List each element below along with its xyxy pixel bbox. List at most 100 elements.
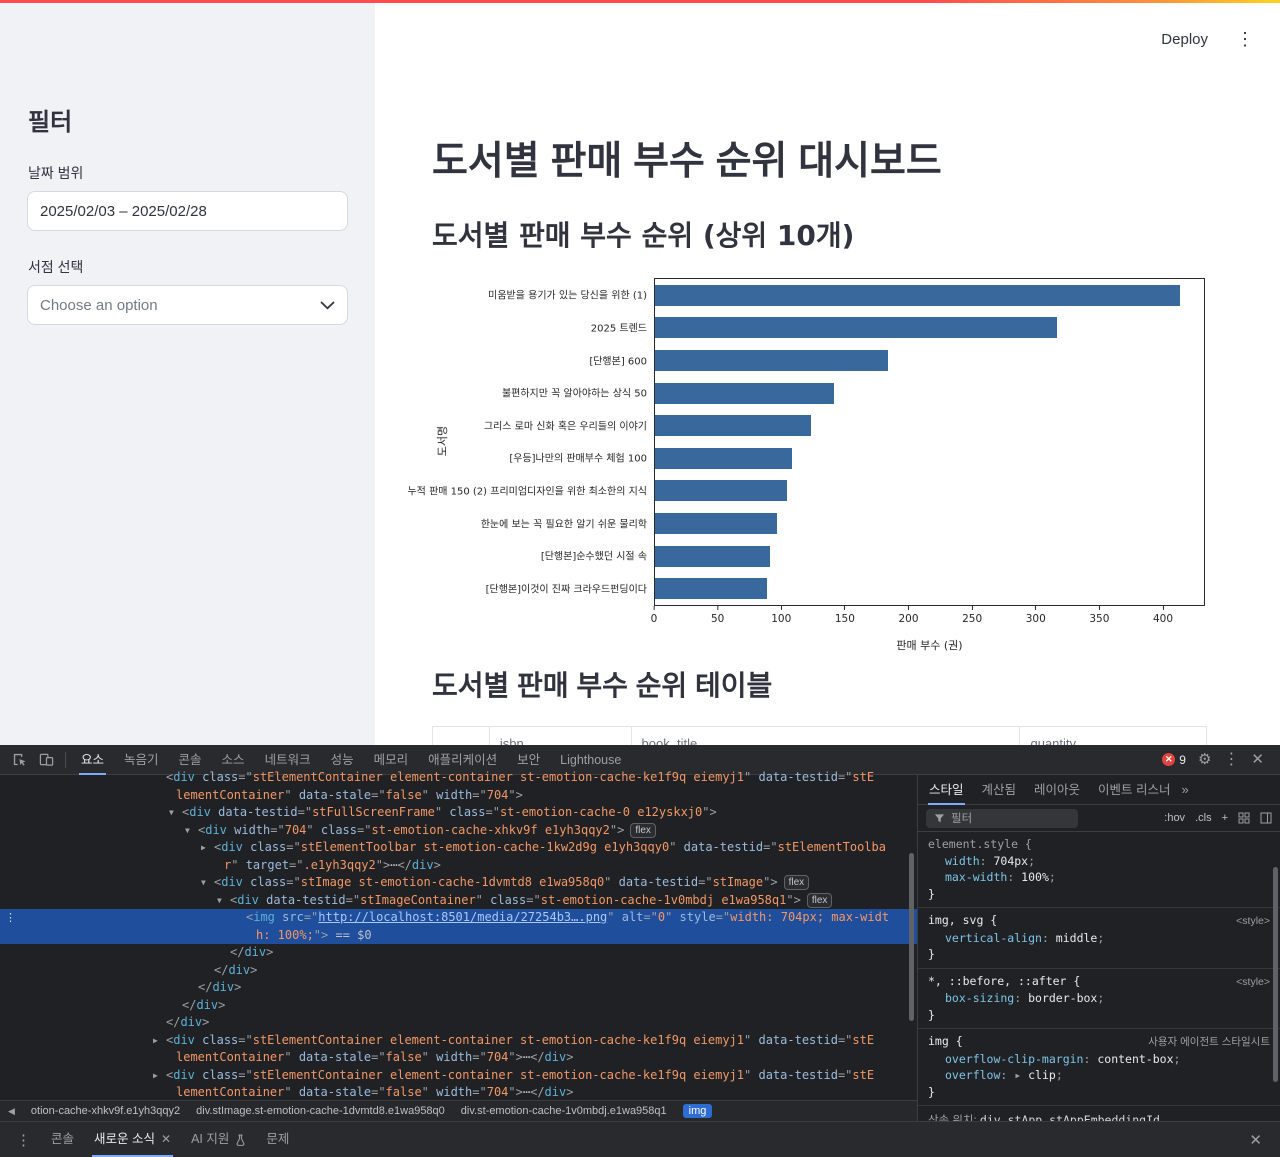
elements-tree-node[interactable]: ▶<div class="stElementContainer element-… <box>0 1032 917 1050</box>
code-token: div <box>221 840 243 854</box>
elements-tree-node[interactable]: </div> <box>0 962 917 980</box>
css-property[interactable]: max-width: 100%; <box>928 869 1270 886</box>
store-select[interactable]: Choose an option <box>27 285 348 325</box>
elements-tree-node[interactable]: ▼<div width="704" class="st-emotion-cach… <box>0 822 917 840</box>
rule-origin-link[interactable]: <style> <box>1236 974 1270 991</box>
css-property[interactable]: vertical-align: middle; <box>928 930 1270 947</box>
rule-selector[interactable]: img { <box>928 1033 963 1050</box>
pseudo-state-button[interactable]: + <box>1222 812 1228 824</box>
flex-badge[interactable]: flex <box>807 893 833 908</box>
elements-tree-node[interactable]: lementContainer" data-stale="false" widt… <box>0 787 917 805</box>
drawer-tab[interactable]: 콘솔 <box>41 1122 84 1157</box>
pseudo-state-button[interactable]: :hov <box>1164 812 1185 824</box>
more-tabs-icon[interactable]: » <box>1182 782 1189 797</box>
table-column-header[interactable]: quantity <box>1020 727 1206 745</box>
flex-badge[interactable]: flex <box>630 823 656 838</box>
breadcrumb-item[interactable]: div.st-emotion-cache-1v0mbdj.e1wa958q1 <box>461 1105 667 1117</box>
drawer-tab[interactable]: AI 지원 <box>181 1122 256 1157</box>
rule-selector[interactable]: *, ::before, ::after { <box>928 973 1080 990</box>
breadcrumb-item[interactable]: div.stImage.st-emotion-cache-1dvmtd8.e1w… <box>196 1105 445 1117</box>
pseudo-state-button[interactable]: .cls <box>1195 812 1212 824</box>
table-column-header[interactable]: isbn <box>490 727 632 745</box>
css-property-value: 100% <box>1021 870 1049 884</box>
drawer-tab[interactable]: 문제 <box>256 1122 299 1157</box>
elements-tree-node[interactable]: </div> <box>0 1014 917 1032</box>
styles-tab[interactable]: 스타일 <box>920 775 973 805</box>
styles-tab[interactable]: 레이아웃 <box>1025 775 1089 805</box>
chart-bar <box>655 317 1057 338</box>
css-property[interactable]: overflow-clip-margin: content-box; <box>928 1051 1270 1068</box>
computed-panel-toggle-icon[interactable] <box>1260 812 1272 824</box>
breadcrumb-item[interactable]: otion-cache-xhkv9f.e1yh3qqy2 <box>31 1105 180 1117</box>
elements-tree-node[interactable]: ▼<div data-testid="stImageContainer" cla… <box>0 892 917 910</box>
tree-disclosure-closed-icon[interactable]: ▶ <box>153 1032 166 1050</box>
settings-gear-icon[interactable]: ⚙ <box>1198 752 1211 767</box>
elements-tree-node[interactable]: lementContainer" data-stale="false" widt… <box>0 1049 917 1067</box>
chart-bar <box>655 480 787 501</box>
tree-disclosure-open-icon[interactable]: ▼ <box>201 874 214 892</box>
elements-tree-node[interactable]: ▼<div class="stImage st-emotion-cache-1d… <box>0 874 917 892</box>
styles-filter-input[interactable]: 필터 <box>926 809 1078 828</box>
css-property[interactable]: width: 704px; <box>928 853 1270 870</box>
flex-badge[interactable]: flex <box>784 875 810 890</box>
drawer-menu-kebab-icon[interactable]: ⋮ <box>8 1131 39 1149</box>
inherited-from-link[interactable]: div.stApp.stAppEmbeddingId… <box>980 1113 1167 1121</box>
rule-origin-link[interactable]: 사용자 에이전트 스타일시트 <box>1148 1034 1270 1051</box>
code-token: =" <box>486 805 500 819</box>
drawer-tab[interactable]: 새로운 소식✕ <box>84 1122 181 1157</box>
tree-disclosure-open-icon[interactable]: ▼ <box>169 804 182 822</box>
error-count-badge[interactable]: ✕ 9 <box>1162 753 1186 767</box>
tree-disclosure-closed-icon[interactable]: ▶ <box>153 1067 166 1085</box>
elements-tree-node[interactable]: </div> <box>0 944 917 962</box>
elements-tree-node[interactable]: ▼<div data-testid="stFullScreenFrame" cl… <box>0 804 917 822</box>
code-token: " <box>422 788 429 802</box>
chart-category-label: [우등]나만의 판매부수 체험 100 <box>509 450 647 465</box>
styles-tab[interactable]: 계산됨 <box>973 775 1026 805</box>
elements-tree-node[interactable]: ▶<div class="stElementContainer element-… <box>0 1067 917 1085</box>
table-column-header[interactable] <box>433 727 490 745</box>
code-token: =" <box>763 840 777 854</box>
drawer-close-icon[interactable]: ✕ <box>1239 1131 1272 1149</box>
devtools-menu-kebab-icon[interactable]: ⋮ <box>1223 752 1239 768</box>
elements-tree-node[interactable]: ▶<div class="stElementToolbar st-emotion… <box>0 839 917 857</box>
elements-tree-selected-node[interactable]: ⋮<img src="http://localhost:8501/media/2… <box>0 909 917 927</box>
node-more-actions-icon[interactable]: ⋮ <box>5 909 16 927</box>
rule-selector[interactable]: img, svg { <box>928 912 997 929</box>
tree-disclosure-open-icon[interactable]: ▼ <box>185 822 198 840</box>
drawer-tab-close-icon[interactable]: ✕ <box>161 1122 171 1157</box>
tree-disclosure-closed-icon[interactable]: ▶ <box>201 839 214 857</box>
styles-tab[interactable]: 이벤트 리스너 <box>1089 775 1179 805</box>
table-column-header[interactable]: book_title <box>632 727 1021 745</box>
styles-scrollbar[interactable] <box>1273 867 1278 1082</box>
shorthand-expand-icon[interactable]: ▸ <box>1014 1068 1028 1082</box>
store-select-placeholder: Choose an option <box>40 297 158 314</box>
css-property[interactable]: overflow: ▸ clip; <box>928 1067 1270 1084</box>
error-icon: ✕ <box>1162 753 1175 766</box>
code-token: width: 704px; max-widt <box>730 910 889 924</box>
app-menu-kebab-icon[interactable]: ⋮ <box>1236 30 1254 48</box>
rule-origin-link[interactable]: <style> <box>1236 913 1270 930</box>
deploy-button[interactable]: Deploy <box>1161 31 1208 48</box>
elements-tree-selected-node[interactable]: h: 100%;"> == $0 <box>0 927 917 945</box>
code-token: div <box>180 1015 202 1029</box>
elements-tree-node[interactable]: r" target=".e1yh3qqy2">⋯</div> <box>0 857 917 875</box>
elements-scrollbar[interactable] <box>909 853 914 1021</box>
tree-disclosure-open-icon[interactable]: ▼ <box>217 892 230 910</box>
chart-bar <box>655 415 811 436</box>
elements-tree-node[interactable]: <div class="stElementContainer element-c… <box>0 769 917 787</box>
code-token: =" <box>371 788 385 802</box>
code-token: data-testid <box>211 805 298 819</box>
breadcrumb-item[interactable]: img <box>683 1104 713 1118</box>
date-range-input[interactable]: 2025/02/03 – 2025/02/28 <box>27 191 348 231</box>
css-property[interactable]: box-sizing: border-box; <box>928 990 1270 1007</box>
breadcrumb-scroll-left-icon[interactable]: ◀ <box>8 1106 15 1117</box>
elements-tree-node[interactable]: </div> <box>0 997 917 1015</box>
elements-tree-node[interactable]: lementContainer" data-stale="false" widt… <box>0 1084 917 1100</box>
elements-tree-node[interactable]: </div> <box>0 979 917 997</box>
code-token: </ <box>166 1015 180 1029</box>
code-token: : <box>1014 991 1028 1005</box>
grid-editor-icon[interactable] <box>1238 812 1250 824</box>
code-token: =" <box>346 893 360 907</box>
rule-selector[interactable]: element.style { <box>928 836 1032 853</box>
devtools-close-icon[interactable]: ✕ <box>1251 752 1264 767</box>
